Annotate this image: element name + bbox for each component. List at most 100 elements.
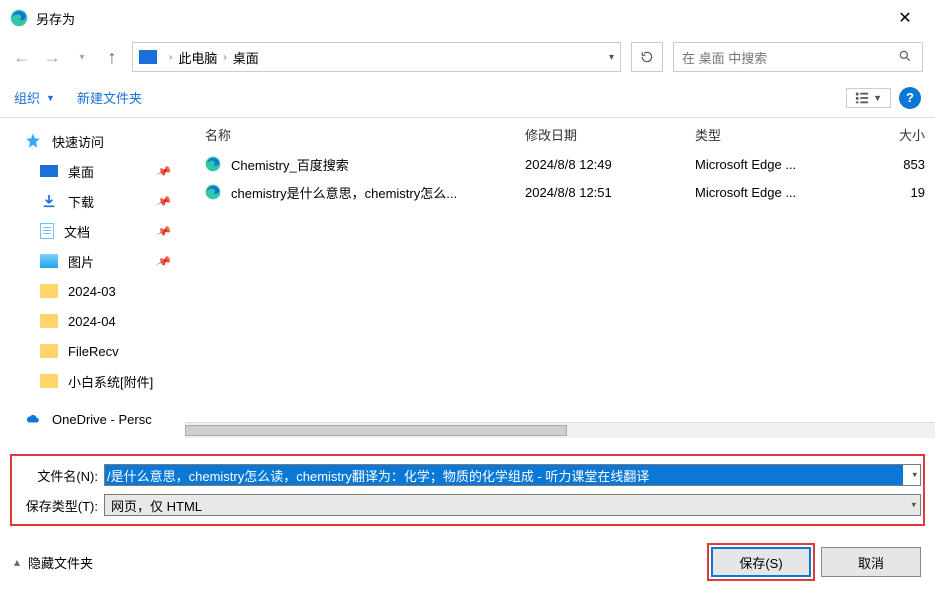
column-header-size[interactable]: 大小 (855, 125, 935, 144)
documents-icon (40, 223, 54, 239)
file-list-header: 名称 修改日期 类型 大小 (185, 118, 935, 150)
chevron-down-icon: ▼ (46, 93, 55, 103)
file-list-area: 名称 修改日期 类型 大小 Chemistry_百度搜索 2024/8/8 12… (185, 118, 935, 438)
sidebar-item-folder1[interactable]: 2024-03 (0, 276, 185, 306)
pin-icon: 📌 (155, 253, 172, 270)
star-icon (24, 132, 42, 150)
filename-label: 文件名(N): (14, 466, 104, 485)
search-icon (898, 49, 912, 66)
breadcrumb-sep-icon: › (223, 52, 226, 63)
file-row[interactable]: Chemistry_百度搜索 2024/8/8 12:49 Microsoft … (185, 150, 935, 178)
sidebar-label: 2024-03 (68, 284, 116, 299)
downloads-icon (40, 192, 58, 210)
file-type: Microsoft Edge ... (695, 185, 855, 200)
save-button[interactable]: 保存(S) (711, 547, 811, 577)
sidebar-label: 桌面 (68, 162, 94, 181)
file-size: 853 (855, 157, 935, 172)
form-area: 文件名(N): /是什么意思，chemistry怎么读，chemistry翻译为… (0, 438, 935, 532)
search-placeholder: 在 桌面 中搜索 (682, 48, 767, 67)
sidebar-item-pictures[interactable]: 图片 📌 (0, 246, 185, 276)
sidebar-item-desktop[interactable]: 桌面 📌 (0, 156, 185, 186)
column-header-name[interactable]: 名称 (205, 125, 525, 144)
hide-folders-button[interactable]: 隐藏文件夹 (28, 553, 701, 572)
up-button[interactable]: ↑ (102, 47, 122, 68)
file-date: 2024/8/8 12:51 (525, 185, 695, 200)
file-name: chemistry是什么意思，chemistry怎么... (231, 183, 457, 202)
address-dropdown-icon[interactable]: ▾ (609, 52, 614, 63)
refresh-button[interactable] (631, 42, 663, 72)
sidebar-quick-access[interactable]: 快速访问 (0, 126, 185, 156)
main-area: 快速访问 桌面 📌 下载 📌 文档 📌 图片 📌 2024-03 2 (0, 118, 935, 438)
file-type: Microsoft Edge ... (695, 157, 855, 172)
window-title: 另存为 (36, 9, 885, 28)
sidebar-label: OneDrive - Persc (52, 412, 152, 427)
sidebar-item-folder4[interactable]: 小白系统[附件] (0, 366, 185, 396)
filetype-value: 网页，仅 HTML (111, 496, 202, 515)
sidebar-label: 快速访问 (52, 132, 104, 151)
refresh-icon (640, 50, 654, 64)
folder-icon (40, 374, 58, 388)
save-label: 保存(S) (739, 553, 782, 572)
pin-icon: 📌 (155, 223, 172, 240)
sidebar-label: 下载 (68, 192, 94, 211)
breadcrumb-this-pc[interactable]: 此电脑 (178, 48, 217, 67)
sidebar-item-documents[interactable]: 文档 📌 (0, 216, 185, 246)
pictures-icon (40, 254, 58, 268)
edge-icon (205, 156, 221, 172)
sidebar-item-downloads[interactable]: 下载 📌 (0, 186, 185, 216)
new-folder-button[interactable]: 新建文件夹 (77, 88, 142, 107)
nav-bar: ← → ▾ ↑ › 此电脑 › 桌面 ▾ 在 桌面 中搜索 (0, 36, 935, 78)
help-button[interactable]: ? (899, 87, 921, 109)
close-button[interactable]: ✕ (885, 8, 925, 28)
folder-icon (40, 284, 58, 298)
back-button[interactable]: ← (12, 47, 32, 68)
view-icon (855, 91, 869, 105)
file-size: 19 (855, 185, 935, 200)
breadcrumb-sep-icon: › (169, 52, 172, 63)
sidebar: 快速访问 桌面 📌 下载 📌 文档 📌 图片 📌 2024-03 2 (0, 118, 185, 438)
chevron-up-icon[interactable]: ▴ (14, 555, 20, 569)
pc-icon (139, 50, 157, 64)
sidebar-label: 文档 (64, 222, 90, 241)
column-header-type[interactable]: 类型 (695, 125, 855, 144)
organize-button[interactable]: 组织 ▼ (14, 88, 55, 107)
address-bar[interactable]: › 此电脑 › 桌面 ▾ (132, 42, 621, 72)
desktop-icon (40, 165, 58, 177)
sidebar-item-folder3[interactable]: FileRecv (0, 336, 185, 366)
cancel-button[interactable]: 取消 (821, 547, 921, 577)
pin-icon: 📌 (155, 163, 172, 180)
new-folder-label: 新建文件夹 (77, 88, 142, 107)
column-header-date[interactable]: 修改日期 (525, 125, 695, 144)
search-input[interactable]: 在 桌面 中搜索 (673, 42, 923, 72)
chevron-down-icon: ▾ (911, 500, 916, 511)
toolbar: 组织 ▼ 新建文件夹 ▼ ? (0, 78, 935, 118)
forward-button[interactable]: → (42, 47, 62, 68)
edge-icon (205, 184, 221, 200)
sidebar-label: 2024-04 (68, 314, 116, 329)
footer: ▴ 隐藏文件夹 保存(S) 取消 (0, 534, 935, 590)
file-name: Chemistry_百度搜索 (231, 155, 349, 174)
chevron-down-icon: ▼ (873, 93, 882, 103)
pin-icon: 📌 (155, 193, 172, 210)
folder-icon (40, 344, 58, 358)
horizontal-scrollbar[interactable] (185, 422, 935, 438)
filetype-label: 保存类型(T): (14, 496, 104, 515)
file-date: 2024/8/8 12:49 (525, 157, 695, 172)
file-row[interactable]: chemistry是什么意思，chemistry怎么... 2024/8/8 1… (185, 178, 935, 206)
filename-selected-text: /是什么意思，chemistry怎么读，chemistry翻译为：化学；物质的化… (105, 465, 903, 485)
sidebar-onedrive[interactable]: OneDrive - Persc (0, 404, 185, 434)
highlighted-form-box: 文件名(N): /是什么意思，chemistry怎么读，chemistry翻译为… (10, 454, 925, 526)
organize-label: 组织 (14, 88, 40, 107)
breadcrumb-desktop[interactable]: 桌面 (233, 48, 259, 67)
sidebar-item-folder2[interactable]: 2024-04 (0, 306, 185, 336)
cloud-icon (24, 410, 42, 428)
folder-icon (40, 314, 58, 328)
view-options-button[interactable]: ▼ (846, 88, 891, 108)
sidebar-label: 图片 (68, 252, 94, 271)
chevron-down-icon[interactable]: ▾ (912, 470, 917, 481)
recent-locations-button[interactable]: ▾ (72, 52, 92, 63)
title-bar: 另存为 ✕ (0, 0, 935, 36)
filetype-combo[interactable]: 网页，仅 HTML ▾ (104, 494, 921, 516)
edge-icon (10, 9, 28, 27)
sidebar-label: FileRecv (68, 344, 119, 359)
